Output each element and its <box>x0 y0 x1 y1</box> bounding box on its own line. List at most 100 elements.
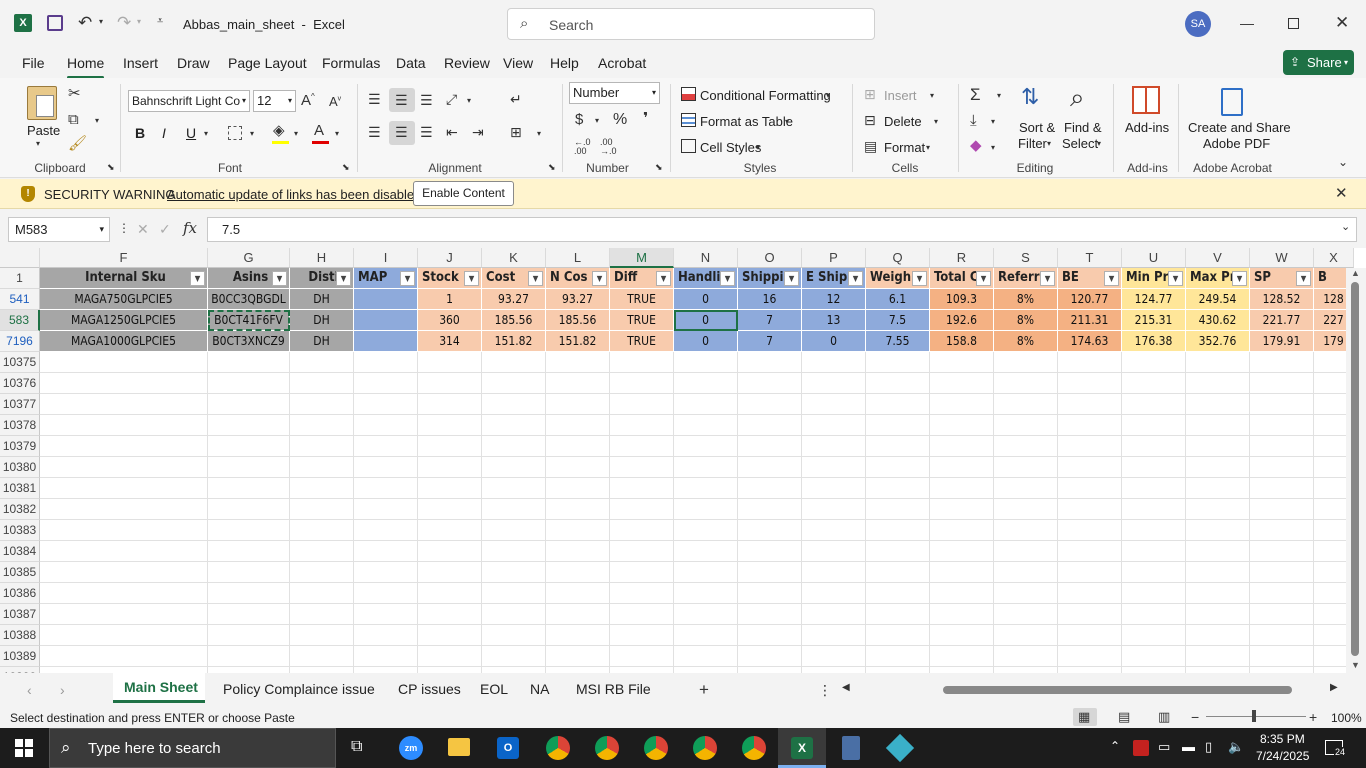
empty-cell[interactable] <box>354 583 418 604</box>
empty-cell[interactable] <box>802 415 866 436</box>
empty-cell[interactable] <box>354 499 418 520</box>
cancel-entry-icon[interactable]: ✕ <box>137 222 149 236</box>
empty-cell[interactable] <box>866 499 930 520</box>
empty-cell[interactable] <box>802 625 866 646</box>
empty-cell[interactable] <box>208 520 290 541</box>
row-header[interactable]: 10385 <box>0 562 40 583</box>
filter-active-icon[interactable]: ▼ <box>336 271 351 286</box>
empty-cell[interactable] <box>1250 583 1314 604</box>
empty-cell[interactable] <box>802 436 866 457</box>
empty-cell[interactable] <box>930 478 994 499</box>
empty-cell[interactable] <box>866 457 930 478</box>
table-cell[interactable] <box>354 289 418 310</box>
empty-cell[interactable] <box>208 415 290 436</box>
empty-cell[interactable] <box>482 478 546 499</box>
active-cell[interactable]: 0 <box>674 310 738 331</box>
table-cell[interactable]: B0CT3XNCZ9 <box>208 331 290 352</box>
decrease-decimal-icon[interactable]: .00 →.0 <box>600 138 617 156</box>
insert-cells-icon[interactable]: ⊞ <box>864 87 876 101</box>
outlook-icon[interactable]: O <box>497 737 519 759</box>
empty-cell[interactable] <box>1186 415 1250 436</box>
row-header[interactable]: 10386 <box>0 583 40 604</box>
empty-cell[interactable] <box>1122 625 1186 646</box>
currency-dropdown-icon[interactable]: ▾ <box>595 117 599 125</box>
delete-cells-button[interactable]: Delete <box>884 114 922 129</box>
empty-cell[interactable] <box>40 562 208 583</box>
scroll-sheets-right-icon[interactable]: › <box>60 683 65 697</box>
table-header-cell[interactable]: MAP ▼ <box>354 268 418 289</box>
underline-dropdown-icon[interactable]: ▾ <box>204 130 208 138</box>
name-box[interactable]: M583 ▾ <box>8 217 110 242</box>
empty-cell[interactable] <box>738 520 802 541</box>
borders-dropdown-icon[interactable]: ▾ <box>250 130 254 138</box>
underline-button[interactable]: U <box>186 125 196 141</box>
empty-cell[interactable] <box>40 541 208 562</box>
empty-cell[interactable] <box>738 625 802 646</box>
empty-cell[interactable] <box>610 436 674 457</box>
empty-cell[interactable] <box>930 625 994 646</box>
show-hidden-icons[interactable]: ⌃ <box>1110 740 1120 752</box>
empty-cell[interactable] <box>1186 541 1250 562</box>
table-cell[interactable]: 151.82 <box>482 331 546 352</box>
empty-cell[interactable] <box>674 604 738 625</box>
tab-insert[interactable]: Insert <box>123 55 158 71</box>
empty-cell[interactable] <box>866 562 930 583</box>
create-pdf-label-1[interactable]: Create and Share <box>1188 120 1291 135</box>
borders-icon[interactable] <box>228 126 242 140</box>
empty-cell[interactable] <box>546 541 610 562</box>
network-icon[interactable]: ▯ <box>1205 740 1212 753</box>
empty-cell[interactable] <box>930 646 994 667</box>
display-tray-icon[interactable]: ▭ <box>1158 740 1170 753</box>
security-message-link[interactable]: Automatic update of links has been disab… <box>167 187 421 202</box>
empty-cell[interactable] <box>674 457 738 478</box>
empty-cell[interactable] <box>40 604 208 625</box>
empty-cell[interactable] <box>1058 373 1122 394</box>
sheet-options-icon[interactable]: ⋮ <box>818 683 832 697</box>
empty-cell[interactable] <box>1250 499 1314 520</box>
empty-cell[interactable] <box>802 373 866 394</box>
format-cells-icon[interactable]: ▤ <box>864 139 877 153</box>
currency-icon[interactable]: $ <box>575 112 583 127</box>
empty-cell[interactable] <box>930 541 994 562</box>
sheet-tab-policy[interactable]: Policy Complaince issue <box>223 681 375 697</box>
empty-cell[interactable] <box>1058 436 1122 457</box>
empty-cell[interactable] <box>354 415 418 436</box>
empty-cell[interactable] <box>802 394 866 415</box>
empty-cell[interactable] <box>1250 604 1314 625</box>
column-header-r[interactable]: R <box>930 248 994 268</box>
empty-cell[interactable] <box>546 373 610 394</box>
find-select-label-2[interactable]: Select <box>1062 136 1098 151</box>
clock-time[interactable]: 8:35 PM <box>1260 732 1305 746</box>
empty-cell[interactable] <box>546 415 610 436</box>
empty-cell[interactable] <box>40 352 208 373</box>
paste-icon[interactable] <box>27 86 57 120</box>
table-cell[interactable]: 249.54 <box>1186 289 1250 310</box>
empty-cell[interactable] <box>418 436 482 457</box>
zoom-slider-thumb[interactable] <box>1252 710 1256 722</box>
empty-cell[interactable] <box>674 373 738 394</box>
fill-color-icon[interactable]: ◈ <box>273 123 285 138</box>
empty-cell[interactable] <box>610 604 674 625</box>
insert-function-icon[interactable]: fx <box>183 221 197 236</box>
empty-cell[interactable] <box>930 373 994 394</box>
table-cell[interactable]: 7 <box>738 331 802 352</box>
copy-icon[interactable]: ⧉ <box>68 112 79 127</box>
format-dropdown-icon[interactable]: ▾ <box>926 144 930 152</box>
empty-cell[interactable] <box>208 583 290 604</box>
empty-cell[interactable] <box>208 499 290 520</box>
create-pdf-label-2[interactable]: Adobe PDF <box>1203 136 1270 151</box>
empty-cell[interactable] <box>866 646 930 667</box>
cut-icon[interactable]: ✂ <box>68 86 81 101</box>
empty-cell[interactable] <box>1186 478 1250 499</box>
empty-cell[interactable] <box>610 541 674 562</box>
sort-filter-label-2[interactable]: Filter <box>1018 136 1047 151</box>
empty-cell[interactable] <box>1250 436 1314 457</box>
customize-qat-icon[interactable]: ⩡ <box>157 16 163 27</box>
empty-cell[interactable] <box>482 583 546 604</box>
table-cell[interactable]: 12 <box>802 289 866 310</box>
empty-cell[interactable] <box>546 436 610 457</box>
insert-dropdown-icon[interactable]: ▾ <box>930 92 934 100</box>
empty-cell[interactable] <box>610 625 674 646</box>
empty-cell[interactable] <box>40 457 208 478</box>
row-header[interactable]: 10376 <box>0 373 40 394</box>
